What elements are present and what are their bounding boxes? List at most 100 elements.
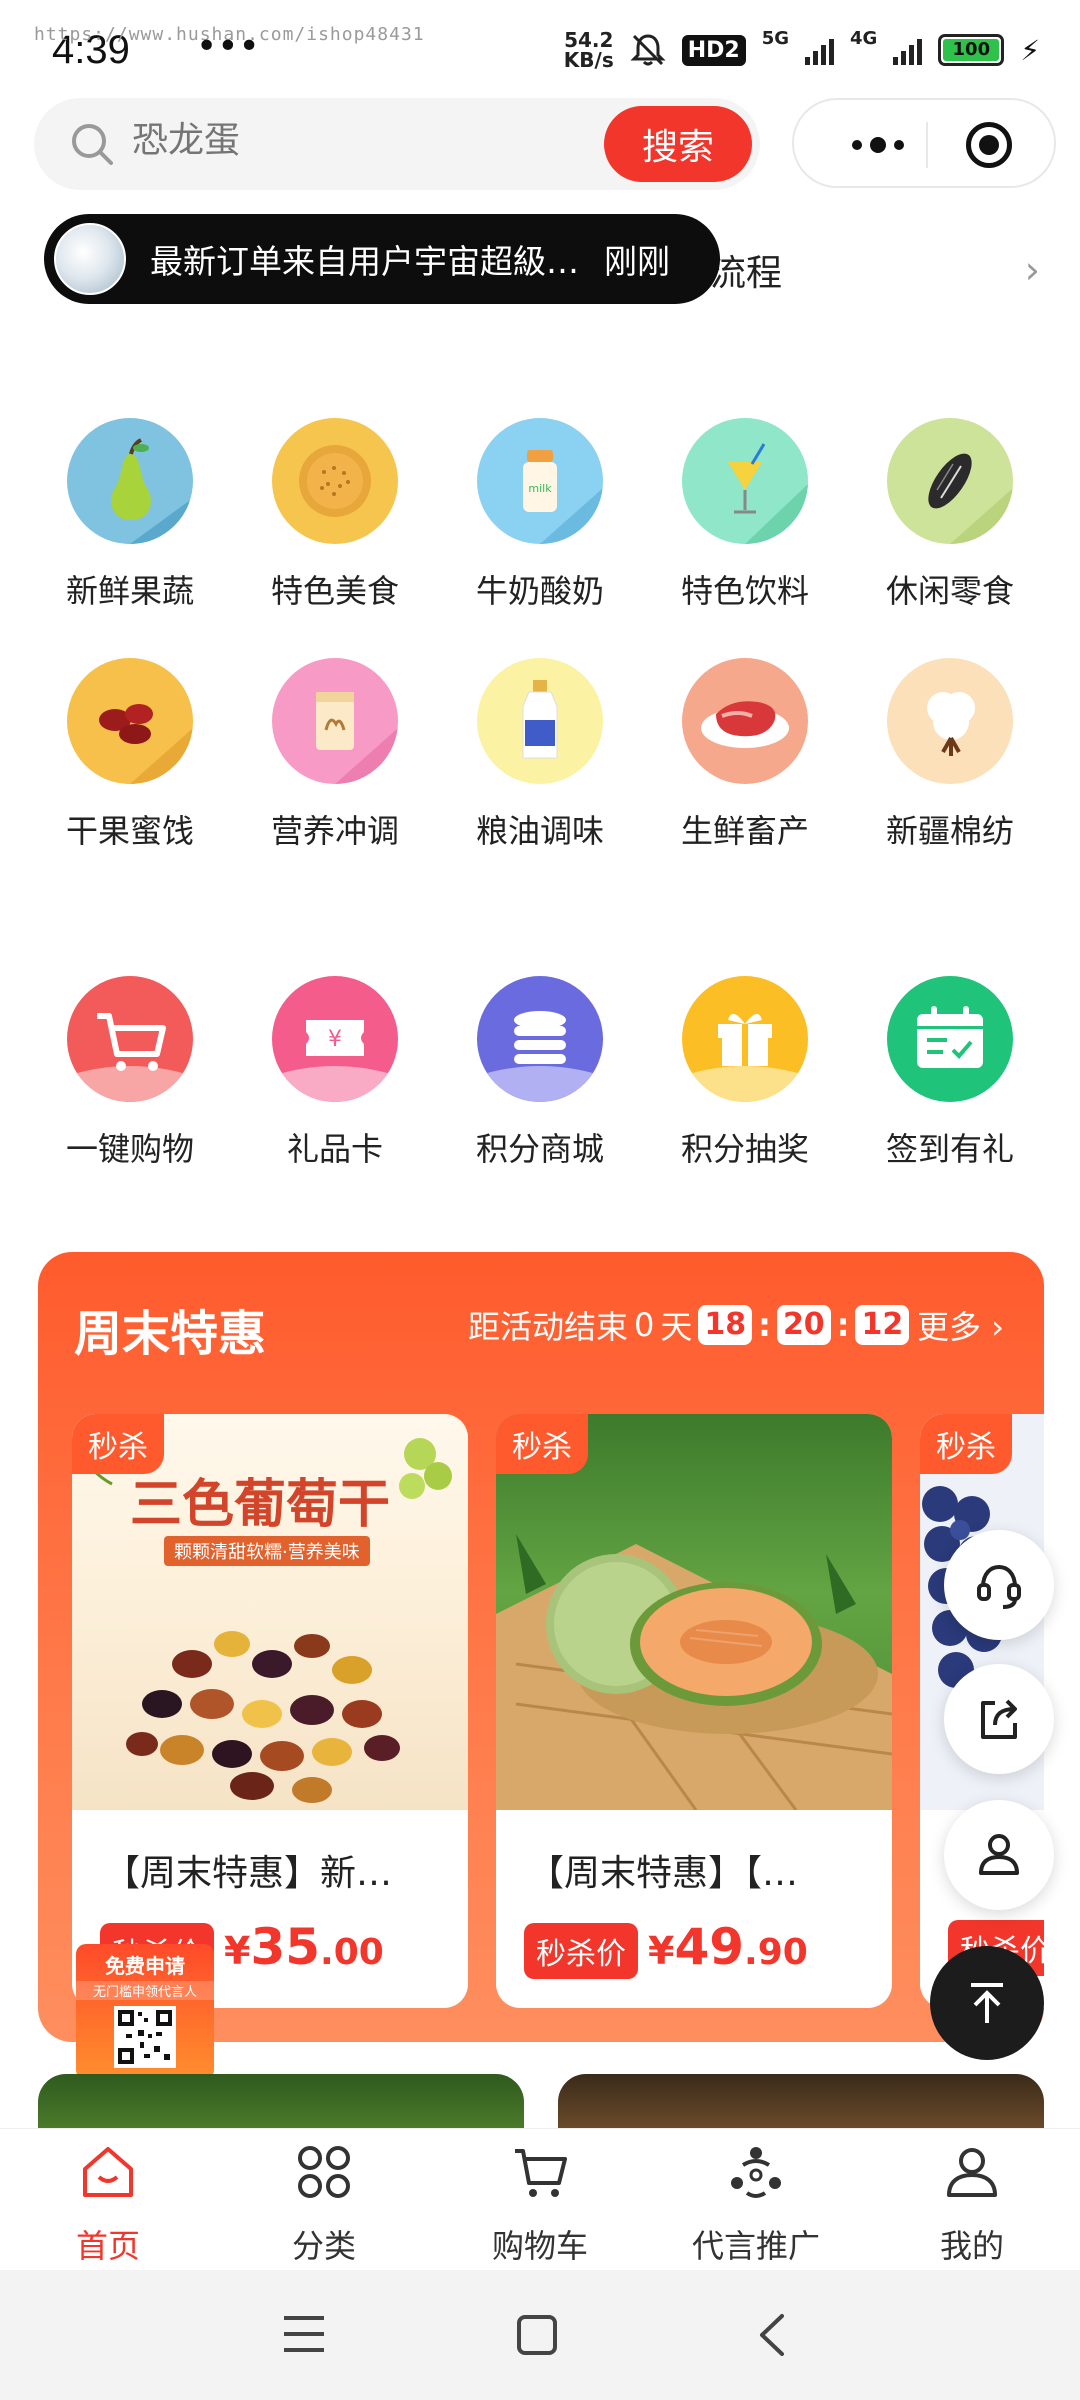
- order-toast-time: 刚刚: [604, 242, 670, 281]
- red-dates-icon: [67, 658, 193, 784]
- latest-order-toast: 最新订单来自用户宇宙超級… 刚刚: [44, 214, 720, 304]
- category-snacks[interactable]: 休闲零食: [847, 418, 1053, 612]
- product-image-raisins: 秒杀 三色葡萄干 颗颗清甜软糯·营养美味: [72, 1414, 468, 1810]
- next-product-peek: [558, 2074, 1044, 2128]
- category-grain-oil[interactable]: 粮油调味: [437, 658, 643, 852]
- customer-service-button[interactable]: [944, 1530, 1054, 1640]
- svg-text:milk: milk: [528, 482, 552, 495]
- status-right-group: 54.2 KB/s HD2 5G 4G 100 ⚡: [564, 27, 1040, 71]
- steak-icon: [682, 658, 808, 784]
- category-dried-fruits[interactable]: 干果蜜饯: [27, 658, 233, 852]
- sunflower-seed-icon: [887, 418, 1013, 544]
- arrow-up-icon: [971, 1983, 1003, 2023]
- weekend-title: 周末特惠: [74, 1306, 267, 1362]
- shopping-cart-icon: [67, 976, 193, 1102]
- category-nutrition-drinks[interactable]: 营养冲调: [232, 658, 438, 852]
- tab-mine[interactable]: 我的: [864, 2129, 1080, 2271]
- tab-category[interactable]: 分类: [216, 2129, 432, 2271]
- flash-price-label: 秒杀价: [524, 1923, 638, 1979]
- more-options-icon[interactable]: [830, 120, 926, 170]
- chevron-right-icon: ›: [1024, 248, 1040, 292]
- countdown-minutes: 20: [776, 1305, 831, 1345]
- category-label: 干果蜜饯: [65, 812, 194, 850]
- battery-icon: 100: [938, 34, 1005, 66]
- category-label: 特色美食: [270, 572, 399, 610]
- next-product-peek: [38, 2074, 524, 2128]
- tab-promotion[interactable]: 代言推广: [648, 2129, 864, 2271]
- category-milk-yogurt[interactable]: milk 牛奶酸奶: [437, 418, 643, 612]
- charging-bolt-icon: ⚡: [1020, 33, 1040, 67]
- account-button[interactable]: [944, 1800, 1054, 1910]
- headset-icon: [977, 1564, 1021, 1609]
- service-label: 积分抽奖: [680, 1130, 809, 1168]
- category-label: 生鲜畜产: [680, 812, 809, 850]
- ambassador-promo-sticker[interactable]: 免费申请 无门槛申领代言人: [76, 1944, 214, 2080]
- share-icon: [981, 1699, 1017, 1739]
- category-xinjiang-cotton[interactable]: 新疆棉纺: [847, 658, 1053, 852]
- coin-stack-icon: [477, 976, 603, 1102]
- countdown-label: 距活动结束: [468, 1308, 629, 1346]
- flash-sale-tag: 秒杀: [920, 1414, 1012, 1474]
- countdown: 距活动结束 0 天 18 : 20 : 12: [468, 1302, 910, 1348]
- tab-label: 代言推广: [691, 2227, 820, 2265]
- avatar: [54, 223, 126, 295]
- status-more-dots: •••: [196, 26, 260, 67]
- product-card-raisins[interactable]: 秒杀 三色葡萄干 颗颗清甜软糯·营养美味 【周末特惠】新… ¥35.00: [72, 1414, 468, 2008]
- signal-5g-icon: [805, 35, 835, 65]
- hd-voice-badge: HD2: [681, 34, 746, 66]
- category-fresh-meat[interactable]: 生鲜畜产: [642, 658, 848, 852]
- signal-4g-icon: [893, 35, 923, 65]
- share-button[interactable]: [944, 1664, 1054, 1774]
- category-label: 营养冲调: [270, 812, 399, 850]
- service-one-click-shopping[interactable]: 一键购物: [27, 976, 233, 1170]
- mute-bell-icon: [630, 34, 666, 66]
- tab-home[interactable]: 首页: [0, 2129, 216, 2271]
- product-price: ¥35.00: [224, 1918, 384, 1976]
- service-label: 签到有礼: [885, 1130, 1014, 1168]
- product-price: ¥49.90: [648, 1918, 808, 1976]
- bottom-tab-bar: 首页 分类 购物车 代言推广 我的: [0, 2128, 1080, 2270]
- close-miniprogram-icon[interactable]: [966, 122, 1012, 168]
- home-icon: [83, 2147, 133, 2197]
- more-link[interactable]: 更多 ›: [917, 1302, 1004, 1348]
- category-label: 特色饮料: [680, 572, 809, 610]
- countdown-days-unit: 天: [660, 1308, 693, 1346]
- tab-label: 分类: [291, 2227, 356, 2265]
- network-4g-label: 4G: [850, 27, 878, 49]
- gift-box-icon: [682, 976, 808, 1102]
- service-label: 礼品卡: [286, 1130, 383, 1168]
- capsule-divider: [926, 122, 928, 168]
- home-square-icon[interactable]: [516, 2314, 558, 2356]
- product-card-melon[interactable]: 秒杀 【周末特惠】【… 秒杀价 ¥49.90: [496, 1414, 892, 2008]
- service-label: 积分商城: [475, 1130, 604, 1168]
- product-name: 【周末特惠】【…: [528, 1853, 799, 1894]
- back-to-top-button[interactable]: [930, 1946, 1044, 2060]
- milk-bottle-icon: milk: [477, 418, 603, 544]
- service-gift-card[interactable]: ¥ 礼品卡: [232, 976, 438, 1170]
- naan-bread-icon: [272, 418, 398, 544]
- svg-text:¥: ¥: [328, 1027, 342, 1052]
- category-fresh-produce[interactable]: 新鲜果蔬: [27, 418, 233, 612]
- product-name: 【周末特惠】新…: [104, 1853, 393, 1894]
- search-bar[interactable]: 搜索: [34, 98, 760, 190]
- category-label: 粮油调味: [475, 812, 604, 850]
- system-nav-bar: [0, 2270, 1080, 2400]
- service-points-mall[interactable]: 积分商城: [437, 976, 643, 1170]
- cocktail-icon: [682, 418, 808, 544]
- category-special-food[interactable]: 特色美食: [232, 418, 438, 612]
- menu-icon[interactable]: [282, 2314, 326, 2354]
- tab-cart[interactable]: 购物车: [432, 2129, 648, 2271]
- service-points-lottery[interactable]: 积分抽奖: [642, 976, 848, 1170]
- user-icon: [979, 1834, 1019, 1875]
- tab-label: 我的: [939, 2227, 1004, 2265]
- price-row: 秒杀价 ¥49.90: [496, 1896, 892, 1979]
- service-check-in[interactable]: 签到有礼: [847, 976, 1053, 1170]
- flash-sale-tag: 秒杀: [72, 1414, 164, 1474]
- search-input[interactable]: [132, 120, 612, 161]
- countdown-seconds: 12: [855, 1305, 910, 1345]
- category-special-drinks[interactable]: 特色饮料: [642, 418, 848, 612]
- weekend-specials-section: 周末特惠 距活动结束 0 天 18 : 20 : 12 更多 › 秒杀 三色葡萄…: [38, 1252, 1044, 2042]
- tab-label: 首页: [75, 2227, 140, 2265]
- search-button[interactable]: 搜索: [604, 106, 752, 182]
- back-icon[interactable]: [756, 2312, 788, 2358]
